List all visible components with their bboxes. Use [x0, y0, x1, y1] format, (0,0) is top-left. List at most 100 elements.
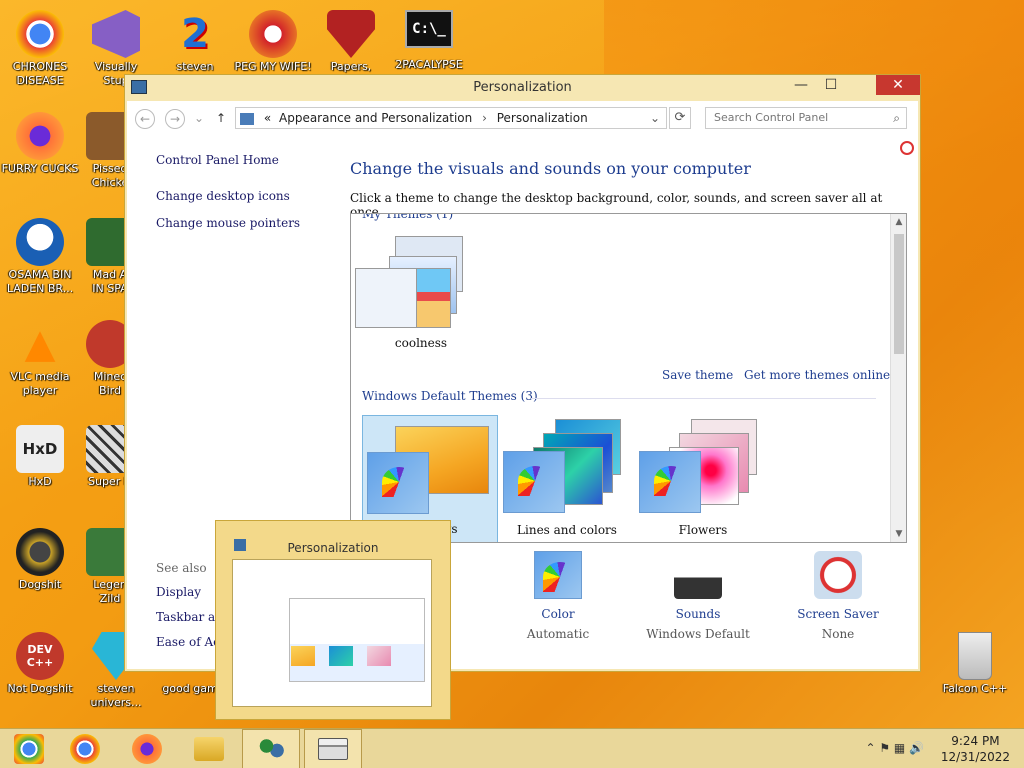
taskbar-thumbnail-preview[interactable]: Personalization [215, 520, 451, 720]
desktop-icon-furry[interactable]: FURRY CUCKS [0, 112, 80, 176]
color-icon [534, 551, 582, 599]
desktop-icon-falcon[interactable]: Falcon C++ [935, 632, 1015, 696]
users-icon [256, 734, 286, 764]
close-button[interactable]: ✕ [876, 75, 920, 95]
sounds-icon [674, 551, 722, 599]
ease-of-access-link[interactable]: Ease of Ac [156, 635, 223, 649]
desktop-icon-steven[interactable]: 2 steven [155, 10, 235, 74]
screen-saver-item[interactable]: Screen Saver None [778, 551, 898, 641]
taskbar-link[interactable]: Taskbar an [156, 610, 223, 624]
screen-saver-title[interactable]: Screen Saver [778, 607, 898, 621]
screen-saver-icon [814, 551, 862, 599]
taskbar-app-chrome-alt[interactable] [0, 729, 58, 768]
breadcrumb-separator: › [482, 111, 487, 125]
my-themes-heading: My Themes (1) [362, 213, 454, 221]
desktop-icon-dogshit[interactable]: Dogshit [0, 528, 80, 592]
screen-saver-value: None [821, 627, 855, 641]
up-button[interactable]: ↑ [211, 109, 231, 129]
desktop-icon-2pac[interactable]: C:\_ 2PACALYPSE [389, 10, 469, 72]
palette-icon [639, 451, 701, 513]
desktop-icon-osama[interactable]: OSAMA BIN LADEN BR... [0, 218, 80, 296]
search-input[interactable]: Search Control Panel ⌕ [705, 107, 907, 129]
desktop-icon-label: VLC media player [10, 370, 70, 397]
desktop-icon-label: Papers, [330, 60, 372, 73]
desktop-icon-label: Falcon C++ [942, 682, 1008, 695]
window-titlebar[interactable]: Personalization — ☐ ✕ [125, 75, 920, 101]
chrome-icon [70, 734, 100, 764]
change-desktop-icons-link[interactable]: Change desktop icons [156, 189, 336, 203]
desktop-icon-papers[interactable]: Papers, [311, 10, 391, 74]
taskbar-app-explorer[interactable] [180, 729, 238, 768]
desktop-icon-label: steven univers... [90, 682, 142, 709]
palette-icon [367, 452, 429, 514]
folder-icon [194, 737, 224, 761]
steven-icon: 2 [181, 11, 209, 57]
system-tray[interactable]: ⌃ ⚑ ▦ 🔊 [865, 741, 924, 755]
breadcrumb-prefix[interactable]: « [264, 111, 271, 125]
color-title[interactable]: Color [498, 607, 618, 621]
sounds-title[interactable]: Sounds [638, 607, 758, 621]
taskbar-app-firefox[interactable] [118, 729, 176, 768]
devcpp-icon: DEV C++ [16, 632, 64, 680]
scroll-up-button[interactable]: ▲ [891, 214, 906, 230]
back-button[interactable]: ← [135, 109, 155, 129]
recent-pages-button[interactable]: ⌄ [189, 109, 209, 129]
minimize-button[interactable]: — [786, 75, 816, 95]
desktop-icon-peggle[interactable]: PEG MY WIFE! [233, 10, 313, 74]
desktop-icon-hxd[interactable]: HxD HxD [0, 425, 80, 489]
themes-list[interactable]: My Themes (1) coolness Save theme Get mo… [350, 213, 907, 543]
refresh-button[interactable]: ⟳ [669, 107, 691, 129]
desktop-icon-chrones[interactable]: CHRONES DISEASE [0, 10, 80, 88]
search-icon[interactable]: ⌕ [893, 108, 900, 128]
desktop-icon-vlc[interactable]: ▲ VLC media player [0, 320, 80, 398]
maximize-button[interactable]: ☐ [816, 75, 846, 95]
get-more-themes-link[interactable]: Get more themes online [744, 368, 890, 382]
search-placeholder: Search Control Panel [714, 111, 829, 124]
theme-coolness[interactable]: coolness [353, 232, 489, 360]
desktop-icon-notdogshit[interactable]: DEV C++ Not Dogshit [0, 632, 80, 696]
save-theme-link[interactable]: Save theme [662, 368, 733, 382]
vlc-icon: ▲ [24, 321, 56, 367]
control-panel-icon [240, 112, 254, 125]
theme-lines-and-colors[interactable]: Lines and colors [499, 415, 635, 542]
taskbar-app-personalization[interactable] [304, 729, 362, 768]
breadcrumb-appearance[interactable]: Appearance and Personalization [279, 111, 472, 125]
color-item[interactable]: Color Automatic [498, 551, 618, 641]
desktop-icon-label: 2PACALYPSE [395, 58, 463, 71]
dogshit-icon [16, 528, 64, 576]
clock[interactable]: 9:24 PM 12/31/2022 [941, 733, 1010, 765]
preview-theme-thumb [329, 646, 353, 666]
visual-studio-icon [92, 10, 140, 58]
taskbar-app-chrome[interactable] [56, 729, 114, 768]
desktop-icon-label: Dogshit [18, 578, 62, 591]
address-box[interactable]: « Appearance and Personalization › Perso… [235, 107, 667, 129]
scroll-down-button[interactable]: ▼ [891, 526, 906, 542]
theme-flowers[interactable]: Flowers [635, 415, 771, 542]
change-mouse-pointers-link[interactable]: Change mouse pointers [156, 216, 336, 230]
preview-window-thumbnail[interactable] [232, 559, 432, 707]
forward-button[interactable]: → [165, 109, 185, 129]
control-panel-home-link[interactable]: Control Panel Home [156, 153, 336, 167]
address-dropdown[interactable]: ⌄ [650, 108, 660, 128]
chrome-icon [16, 10, 64, 58]
help-icon[interactable] [900, 141, 914, 155]
obama-logo-icon [16, 218, 64, 266]
see-also: See also Display Taskbar an Ease of Ac [156, 561, 223, 660]
scroll-thumb[interactable] [894, 234, 904, 354]
display-link[interactable]: Display [156, 585, 223, 599]
firefox-icon [16, 112, 64, 160]
see-also-heading: See also [156, 561, 207, 575]
window-icon [318, 738, 348, 760]
peggle-icon [249, 10, 297, 58]
left-nav: Control Panel Home Change desktop icons … [156, 153, 336, 243]
preview-theme-thumb [291, 646, 315, 666]
section-divider [531, 398, 876, 399]
breadcrumb-personalization[interactable]: Personalization [497, 111, 588, 125]
taskbar-app-control-panel[interactable] [242, 729, 300, 768]
themes-scrollbar[interactable]: ▲ ▼ [890, 214, 906, 542]
recycle-bin-icon [958, 632, 992, 680]
taskbar: ⌃ ⚑ ▦ 🔊 9:24 PM 12/31/2022 [0, 728, 1024, 768]
desktop-icon-label: steven [176, 60, 214, 73]
sounds-item[interactable]: Sounds Windows Default [638, 551, 758, 641]
desktop-icon-label: Not Dogshit [7, 682, 73, 695]
